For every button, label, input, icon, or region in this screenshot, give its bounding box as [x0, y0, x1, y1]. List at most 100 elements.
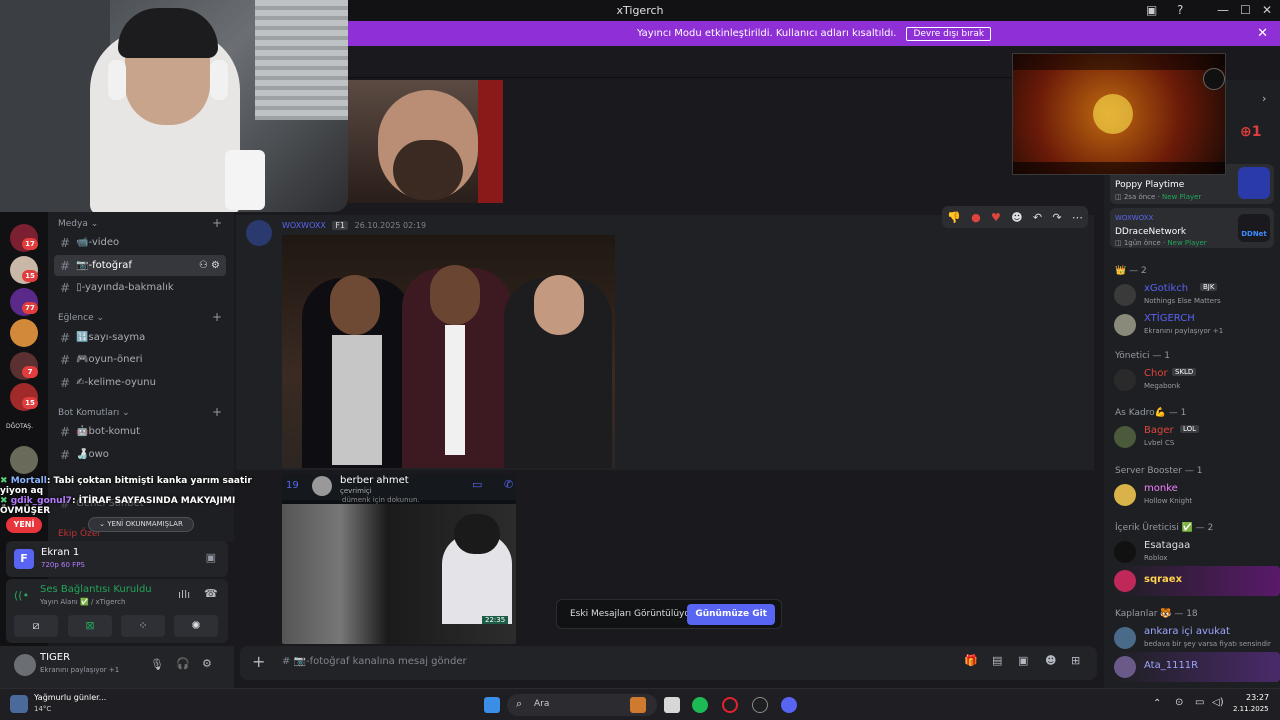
channel-oyun-oneri[interactable]: # 🎮oyun-öneri: [54, 349, 226, 370]
activities-button[interactable]: ⁘: [121, 615, 165, 637]
network-icon[interactable]: ▭: [1195, 697, 1204, 708]
apps-icon[interactable]: ⊞: [1071, 654, 1080, 667]
overlay-chat-line: ✖ gdik_gonul7: İTİRAF SAYFASINDA MAKYAJI…: [0, 496, 236, 516]
noise-suppression-icon[interactable]: ıllı: [178, 588, 190, 601]
spotify-icon[interactable]: [692, 697, 708, 713]
minimize-button[interactable]: —: [1217, 3, 1229, 17]
member-name: ankara içi avukat: [1144, 626, 1230, 637]
member-item[interactable]: ankara içi avukat bedava bir şey varsa f…: [1114, 623, 1280, 653]
heart-reaction-icon[interactable]: ♥: [991, 211, 1001, 224]
new-unreads-pill[interactable]: ⌄ YENİ OKUNMAMIŞLAR: [88, 517, 194, 532]
opera-icon[interactable]: [722, 697, 738, 713]
thumbs-down-reaction-icon[interactable]: 👎: [947, 211, 961, 224]
avatar[interactable]: [246, 220, 272, 246]
member-item[interactable]: xGotikch BJK Nothings Else Matters: [1114, 280, 1280, 310]
channel-owo[interactable]: # 🍶owo: [54, 444, 226, 465]
guild-tag: LOL: [1180, 425, 1200, 433]
clock-time[interactable]: 23:27: [1246, 693, 1269, 702]
member-item[interactable]: monke Hollow Knight: [1114, 480, 1280, 510]
jump-to-present-button[interactable]: Günümüze Git: [687, 604, 775, 625]
soundboard-button[interactable]: ✺: [174, 615, 218, 637]
member-item[interactable]: Bager LOL Lvbel CS: [1114, 422, 1280, 452]
invite-icon[interactable]: ⚇ ⚙: [199, 260, 220, 271]
category-medya[interactable]: Medya ⌄: [58, 219, 98, 229]
composer-placeholder: # 📷-fotoğraf kanalına mesaj gönder: [282, 656, 467, 667]
channel-kelime-oyunu[interactable]: # ✍-kelime-oyunu: [54, 372, 226, 393]
avatar: [1114, 656, 1136, 678]
dm-counter: 19: [286, 480, 299, 491]
avatar[interactable]: [14, 654, 36, 676]
member-item[interactable]: Chor SKLD Megabonk: [1114, 365, 1280, 395]
reply-icon[interactable]: ↶: [1033, 211, 1042, 224]
screen-share-button[interactable]: ⊠: [68, 615, 112, 637]
channel-sayi-sayma[interactable]: # 🔢sayı-sayma: [54, 327, 226, 348]
member-item[interactable]: XTİGERCH Ekranını paylaşıyor +1: [1114, 310, 1280, 340]
channel-yayinda-bakmalik[interactable]: # ▯-yayında-bakmalık: [54, 277, 226, 298]
headphones-icon[interactable]: 🎧: [176, 657, 190, 670]
channel-fotograf[interactable]: # 📷-fotoğraf ⚇ ⚙: [54, 255, 226, 276]
chevron-right-icon[interactable]: ›: [1262, 92, 1266, 105]
member-name: Ata_1111R: [1144, 660, 1199, 671]
member-item[interactable]: Esatagaa Roblox: [1114, 537, 1280, 567]
steam-icon[interactable]: [752, 697, 768, 713]
member-item[interactable]: sqraex: [1114, 566, 1280, 596]
server-label[interactable]: DĞOTAŞ.: [6, 423, 33, 430]
task-view-icon[interactable]: [664, 697, 680, 713]
voice-location[interactable]: Yayın Alanı ✅ / xTigerch: [40, 598, 125, 606]
red-circle-reaction-icon[interactable]: ●: [971, 211, 981, 224]
emoji-icon[interactable]: ☻: [1045, 654, 1056, 667]
activity-meta: ◫ 1gün önce · New Player: [1115, 239, 1207, 247]
message-composer[interactable]: + # 📷-fotoğraf kanalına mesaj gönder 🎁 ▤…: [240, 646, 1097, 680]
video-thumbnail[interactable]: [348, 80, 503, 203]
camera-off-button[interactable]: ⧄: [14, 615, 58, 637]
chevron-up-icon[interactable]: ⌃: [1153, 698, 1161, 709]
message-actions-bar: 👎 ● ♥ ☻ ↶ ↷ ⋯: [942, 206, 1088, 228]
signal-icon[interactable]: ((•: [14, 589, 29, 602]
close-banner-icon[interactable]: ✕: [1257, 26, 1268, 41]
stop-stream-icon[interactable]: ▣: [206, 551, 216, 564]
disconnect-icon[interactable]: ☎: [204, 587, 218, 600]
server-badge: 77: [22, 302, 38, 314]
sticker-icon[interactable]: ▣: [1018, 654, 1028, 667]
weather-icon[interactable]: [10, 695, 28, 713]
message-image-screenshot[interactable]: 19 berber ahmet çevrimiçi ▭ ✆ dümenk içi…: [282, 474, 516, 644]
voice-connection-panel: ((• Ses Bağlantısı Kuruldu Yayın Alanı ✅…: [6, 579, 228, 643]
category-bot-komutlari[interactable]: Bot Komutları ⌄: [58, 408, 130, 418]
activity-card[interactable]: WOXWOXX DDraceNetwork ◫ 1gün önce · New …: [1110, 208, 1274, 248]
add-reaction-icon[interactable]: ☻: [1011, 211, 1022, 224]
role-header: Server Booster — 1: [1115, 466, 1203, 476]
server-icon[interactable]: [10, 446, 38, 474]
inbox-icon[interactable]: ▣: [1146, 3, 1157, 17]
activity-title: DDraceNetwork: [1115, 227, 1187, 237]
attach-plus-icon[interactable]: +: [252, 652, 265, 671]
location-icon[interactable]: ⊙: [1175, 697, 1183, 708]
channel-video[interactable]: # 📹-video: [54, 232, 226, 253]
start-icon[interactable]: [484, 697, 500, 713]
close-window-button[interactable]: ✕: [1262, 3, 1272, 17]
disable-streamer-mode-button[interactable]: Devre dışı bırak: [906, 26, 992, 41]
new-badge[interactable]: YENİ: [6, 517, 42, 533]
maximize-button[interactable]: ☐: [1240, 3, 1251, 17]
gif-icon[interactable]: ▤: [992, 654, 1002, 667]
category-eglence[interactable]: Eğlence ⌄: [58, 313, 104, 323]
help-icon[interactable]: ?: [1177, 3, 1183, 17]
username[interactable]: TIGER: [40, 652, 70, 663]
add-channel-icon[interactable]: +: [212, 216, 222, 230]
more-options-icon[interactable]: ⋯: [1072, 211, 1083, 224]
volume-icon[interactable]: ◁): [1212, 697, 1224, 708]
member-name: XTİGERCH: [1144, 313, 1195, 324]
weather-text[interactable]: Yağmurlu günler...: [34, 693, 106, 702]
channel-bot-komut[interactable]: # 🤖bot-komut: [54, 421, 226, 442]
settings-gear-icon[interactable]: ⚙: [202, 657, 212, 670]
add-channel-icon[interactable]: +: [212, 310, 222, 324]
gift-icon[interactable]: 🎁: [964, 654, 978, 667]
discord-icon[interactable]: [781, 697, 797, 713]
member-item[interactable]: Ata_1111R: [1114, 652, 1280, 682]
forward-icon[interactable]: ↷: [1052, 211, 1061, 224]
avatar: [1114, 314, 1136, 336]
message-image[interactable]: [282, 235, 615, 468]
microphone-icon[interactable]: 🎙: [150, 658, 164, 671]
message-author[interactable]: WOXWOXX: [282, 221, 326, 230]
server-icon[interactable]: [10, 319, 38, 347]
add-channel-icon[interactable]: +: [212, 405, 222, 419]
